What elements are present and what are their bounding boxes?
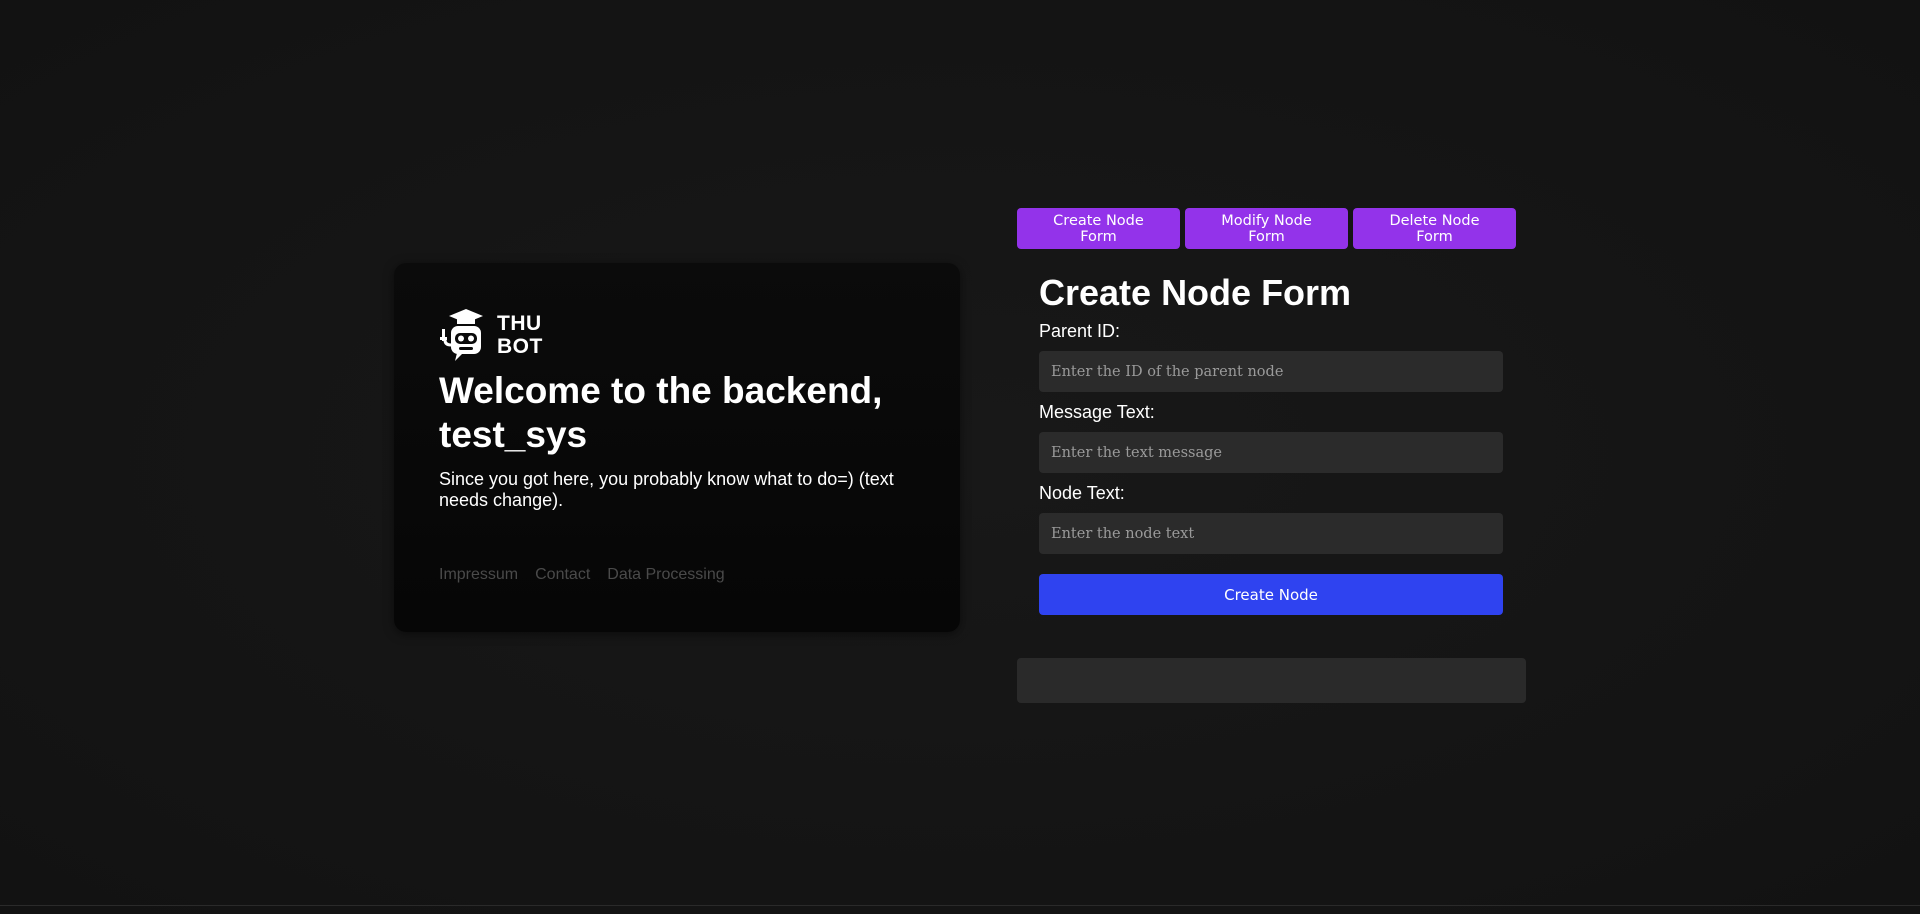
message-text-label: Message Text: — [1039, 402, 1155, 422]
robot-logo-icon — [440, 309, 483, 361]
create-node-button[interactable]: Create Node — [1039, 574, 1503, 615]
footer-links: Impressum Contact Data Processing — [439, 566, 725, 584]
logo-line-1: THU — [497, 312, 542, 335]
impressum-link[interactable]: Impressum — [439, 566, 518, 584]
welcome-title: Welcome to the backend, test_sys — [439, 370, 883, 455]
bottom-divider — [0, 905, 1920, 906]
data-processing-link[interactable]: Data Processing — [607, 566, 724, 584]
welcome-subtitle: Since you got here, you probably know wh… — [439, 469, 894, 510]
node-text-label: Node Text: — [1039, 483, 1125, 503]
result-output-box — [1017, 658, 1526, 703]
logo-line-2: BOT — [497, 335, 543, 358]
parent-id-input[interactable] — [1039, 351, 1503, 392]
form-tabs: Create Node Form Modify Node Form Delete… — [1017, 208, 1516, 249]
logo-text: THU BOT — [497, 312, 543, 358]
message-text-input[interactable] — [1039, 432, 1503, 473]
create-node-form-tab[interactable]: Create Node Form — [1017, 208, 1180, 249]
logo: THU BOT — [439, 307, 916, 363]
create-node-form: Create Node Form Parent ID: Message Text… — [1039, 270, 1503, 615]
parent-id-label: Parent ID: — [1039, 321, 1121, 341]
node-text-input[interactable] — [1039, 513, 1503, 554]
delete-node-form-tab[interactable]: Delete Node Form — [1353, 208, 1516, 249]
welcome-card: THU BOT Welcome to the backend, test_sys… — [394, 263, 960, 632]
modify-node-form-tab[interactable]: Modify Node Form — [1185, 208, 1348, 249]
contact-link[interactable]: Contact — [535, 566, 590, 584]
form-title: Create Node Form — [1039, 272, 1352, 313]
